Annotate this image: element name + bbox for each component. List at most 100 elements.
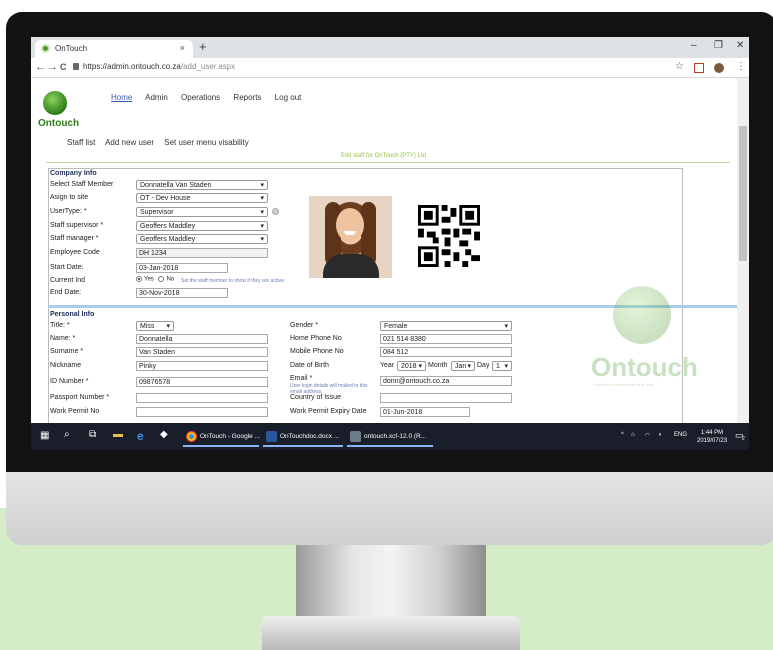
id-number-label: ID Number * [50, 378, 89, 385]
help-icon[interactable] [272, 208, 279, 215]
taskbar-image-app[interactable]: ontouch.xcf-12.0 (R... [347, 426, 433, 447]
start-date-input[interactable]: 03-Jan-2018 [136, 263, 228, 273]
tray-chevron-icon[interactable]: ^ [621, 432, 624, 438]
chrome-app-label: OnTouch - Google ... [200, 433, 260, 440]
ontouch-watermark: Ontouch Workforce management at its best [591, 286, 698, 406]
tab-close-icon[interactable]: × [180, 43, 185, 53]
dob-label: Date of Birth [290, 362, 329, 369]
current-ind-radios: Yes No [136, 276, 174, 283]
emp-code-input[interactable]: DH 1234 [136, 248, 268, 258]
email-label: Email * [290, 375, 313, 382]
passport-input[interactable] [136, 393, 268, 403]
menu-dots-icon[interactable]: ⋮ [736, 61, 746, 72]
task-view-icon[interactable]: ⧉ [89, 429, 96, 440]
new-tab-button[interactable]: + [199, 39, 207, 54]
menu-operations[interactable]: Operations [181, 93, 220, 102]
wifi-icon[interactable]: ◠ [645, 432, 650, 439]
title-label: Title: * [50, 322, 70, 329]
work-permit-input[interactable] [136, 407, 268, 417]
minimize-icon[interactable]: – [691, 40, 697, 51]
file-explorer-icon[interactable]: ▬ [113, 429, 123, 440]
url-path: /add_user.aspx [180, 62, 236, 71]
maximize-icon[interactable]: ❐ [714, 40, 723, 51]
gender-dropdown[interactable]: Female [380, 321, 512, 331]
permit-expiry-label: Work Permit Expiry Date [290, 408, 367, 415]
reload-icon[interactable]: C [60, 62, 67, 72]
dob-day-dropdown[interactable]: 1 [492, 361, 512, 371]
page-scrollbar[interactable] [737, 78, 749, 423]
taskbar-word-app[interactable]: OnTouchdoc.docx ... [263, 426, 343, 447]
photo-body [323, 254, 379, 278]
name-input[interactable]: Donnatella [136, 334, 268, 344]
country-label: Country of Issue [290, 394, 341, 401]
id-number-input[interactable]: 09876578 [136, 377, 268, 387]
mobile-phone-input[interactable]: 084 512 [380, 347, 512, 357]
manager-label: Staff manager * [50, 235, 99, 242]
submenu-set-user-menu[interactable]: Set user menu visability [164, 138, 248, 147]
gender-label: Gender * [290, 322, 319, 329]
submenu-add-new-user[interactable]: Add new user [105, 138, 154, 147]
surname-input[interactable]: Van Staden [136, 347, 268, 357]
supervisor-label: Staff supervisor * [50, 222, 104, 229]
back-icon[interactable]: ← [35, 61, 46, 73]
end-date-input[interactable]: 30-Nov-2018 [136, 288, 228, 298]
email-input[interactable]: donn@ontouch.co.za [380, 376, 512, 386]
assign-site-dropdown[interactable]: OT - Dev House [136, 193, 268, 203]
search-icon[interactable]: ⌕ [64, 429, 70, 440]
monitor-chin [6, 472, 773, 545]
clock-time: 1:44 PM [700, 430, 724, 436]
app-icon[interactable]: ◆ [160, 429, 168, 440]
profile-avatar[interactable] [714, 63, 724, 73]
volume-icon[interactable]: ◖ [658, 432, 662, 438]
submenu-staff-list[interactable]: Staff list [67, 138, 95, 147]
menu-admin[interactable]: Admin [145, 93, 168, 102]
end-date-label: End Date: [50, 289, 82, 296]
menu-reports[interactable]: Reports [233, 93, 261, 102]
select-staff-dropdown[interactable]: Donnatella Van Staden [136, 180, 268, 190]
home-phone-input[interactable]: 021 514 8380 [380, 334, 512, 344]
company-info-title: Company Info [50, 170, 97, 177]
supervisor-dropdown[interactable]: Geoffers Maddley [136, 221, 268, 231]
dob-month-dropdown[interactable]: Jan [451, 361, 475, 371]
no-radio[interactable] [158, 276, 165, 282]
manager-dropdown[interactable]: Geoffers Maddley [136, 234, 268, 244]
menu-home[interactable]: Home [111, 93, 132, 102]
taskbar-clock[interactable]: 1:44 PM 2019/07/23 [697, 429, 727, 445]
star-icon[interactable]: ☆ [675, 61, 684, 72]
dob-year-label: Year [380, 362, 395, 369]
close-window-icon[interactable]: ✕ [736, 40, 744, 51]
yes-radio[interactable] [136, 276, 142, 282]
current-ind-hint: Set the staff member to show if they are… [181, 278, 286, 284]
language-indicator[interactable]: ENG [674, 432, 687, 438]
no-label: No [166, 276, 175, 283]
usertype-dropdown[interactable]: Supervisor [136, 207, 268, 217]
assign-site-label: Asign to site [50, 194, 89, 201]
work-permit-label: Work Permit No [50, 408, 100, 415]
taskbar-chrome-app[interactable]: OnTouch - Google ... [183, 426, 260, 447]
screen: OnTouch × + – ❐ ✕ ← → C https://admin.on… [31, 37, 749, 450]
edge-icon[interactable]: e [137, 429, 144, 443]
nickname-label: Nickname [50, 362, 82, 369]
dob-year-dropdown[interactable]: 2018 [397, 361, 426, 371]
home-phone-label: Home Phone No [290, 335, 342, 342]
emp-code-label: Employee Code [50, 249, 100, 256]
permit-expiry-input[interactable]: 01-Jun-2018 [380, 407, 470, 417]
web-page: Ontouch Home Admin Operations Reports Lo… [31, 78, 737, 423]
sub-menu: Staff list Add new user Set user menu vi… [67, 138, 257, 147]
browser-tab[interactable]: OnTouch × [35, 40, 193, 58]
url-field[interactable]: https://admin.ontouch.co.za/add_user.asp… [83, 62, 235, 71]
current-ind-label: Current Ind [50, 277, 86, 284]
extension-icon[interactable] [694, 63, 704, 73]
country-input[interactable] [380, 393, 512, 403]
title-dropdown[interactable]: Miss [136, 321, 174, 331]
scrollbar-thumb[interactable] [739, 126, 747, 261]
menu-logout[interactable]: Log out [275, 93, 302, 102]
forward-icon[interactable]: → [47, 61, 58, 73]
top-menu: Home Admin Operations Reports Log out [111, 93, 312, 102]
network-icon[interactable]: ⌂ [631, 432, 635, 438]
nickname-input[interactable]: Pinky [136, 361, 268, 371]
scene: OnTouch × + – ❐ ✕ ← → C https://admin.on… [0, 0, 773, 650]
windows-start-icon[interactable]: ▦ [40, 430, 49, 441]
watermark-tagline: Workforce management at its best [593, 382, 654, 387]
clock-date: 2019/07/23 [697, 438, 728, 444]
